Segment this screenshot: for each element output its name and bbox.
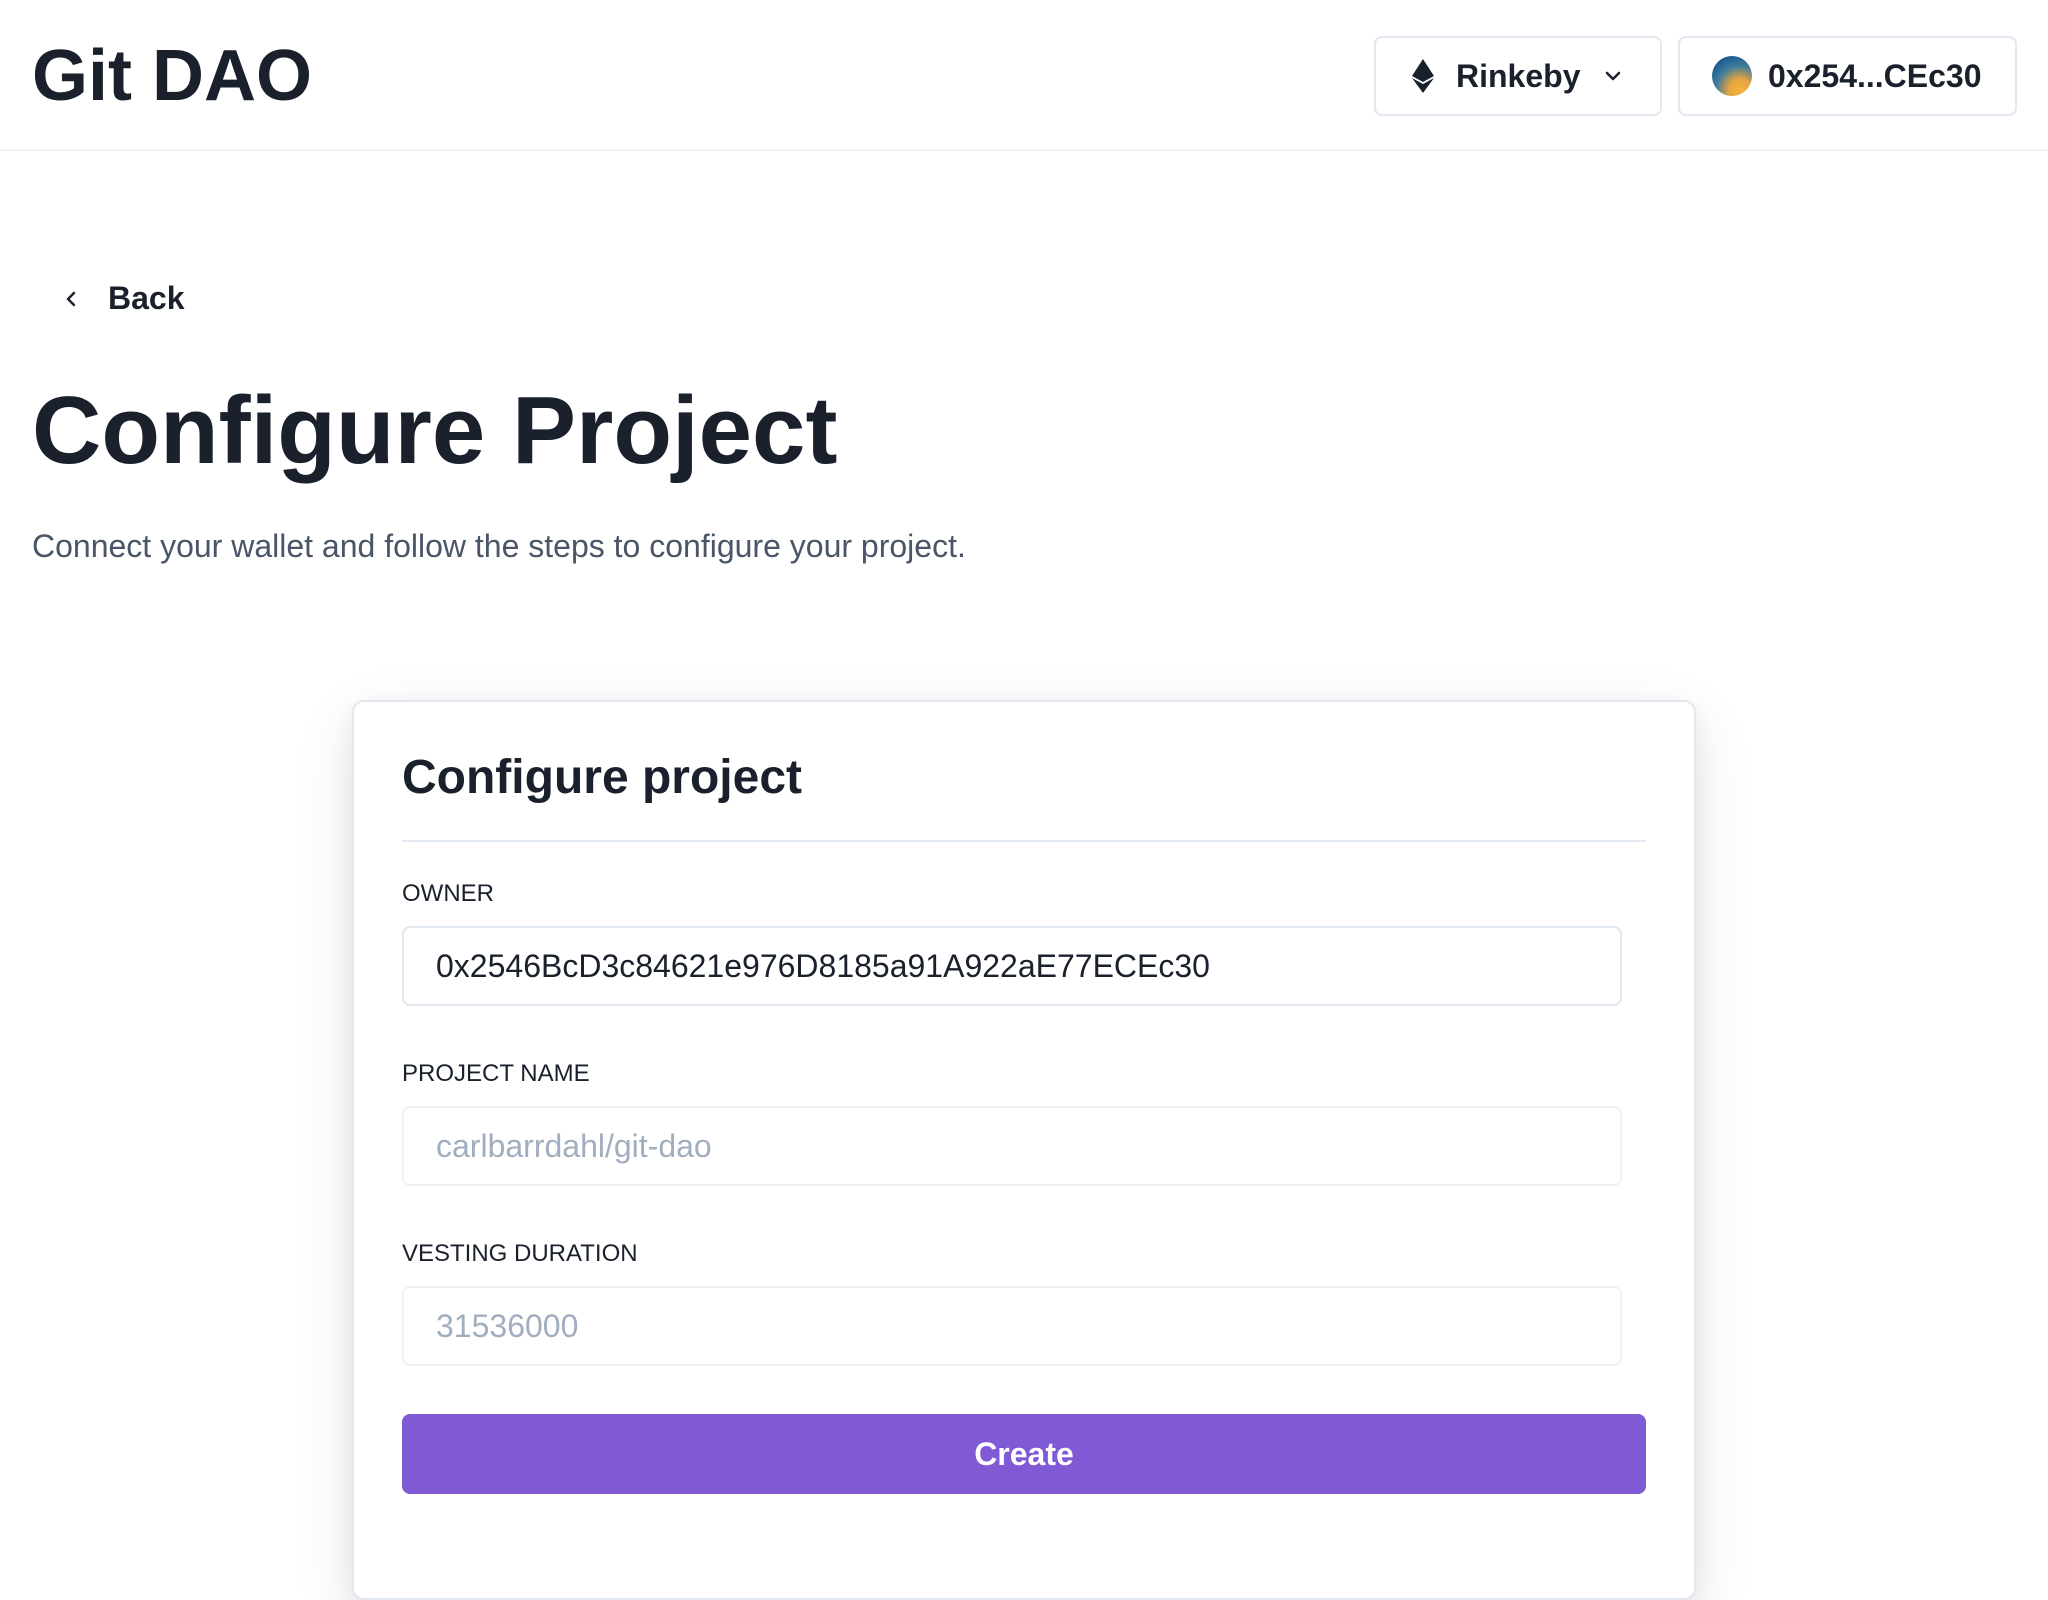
- network-selector-button[interactable]: Rinkeby: [1374, 36, 1662, 116]
- page-title: Configure Project: [32, 377, 838, 484]
- create-button[interactable]: Create: [402, 1414, 1646, 1494]
- chevron-left-icon: [66, 291, 76, 306]
- vesting-duration-label: VESTING DURATION: [402, 1240, 638, 1267]
- ethereum-icon: [1412, 59, 1434, 93]
- page-subtitle: Connect your wallet and follow the steps…: [32, 528, 966, 564]
- card-divider: [402, 840, 1646, 842]
- app-logo-text[interactable]: Git DAO: [32, 36, 312, 116]
- owner-label: OWNER: [402, 880, 494, 907]
- app-header: Git DAO Rinkeby 0x254...CEc30: [0, 0, 2048, 151]
- configure-project-card: Configure project OWNER PROJECT NAME VES…: [352, 700, 1696, 1600]
- back-link[interactable]: Back: [64, 280, 185, 317]
- project-name-input[interactable]: [402, 1106, 1622, 1186]
- card-title: Configure project: [402, 751, 803, 804]
- owner-input[interactable]: [402, 926, 1622, 1006]
- account-button[interactable]: 0x254...CEc30: [1678, 36, 2017, 116]
- project-name-label: PROJECT NAME: [402, 1060, 590, 1087]
- jazzicon-avatar: [1712, 56, 1752, 96]
- chevron-down-icon: [1606, 71, 1621, 81]
- network-label: Rinkeby: [1456, 57, 1581, 94]
- vesting-duration-input[interactable]: [402, 1286, 1622, 1366]
- account-address: 0x254...CEc30: [1768, 57, 1982, 94]
- back-label: Back: [108, 280, 185, 316]
